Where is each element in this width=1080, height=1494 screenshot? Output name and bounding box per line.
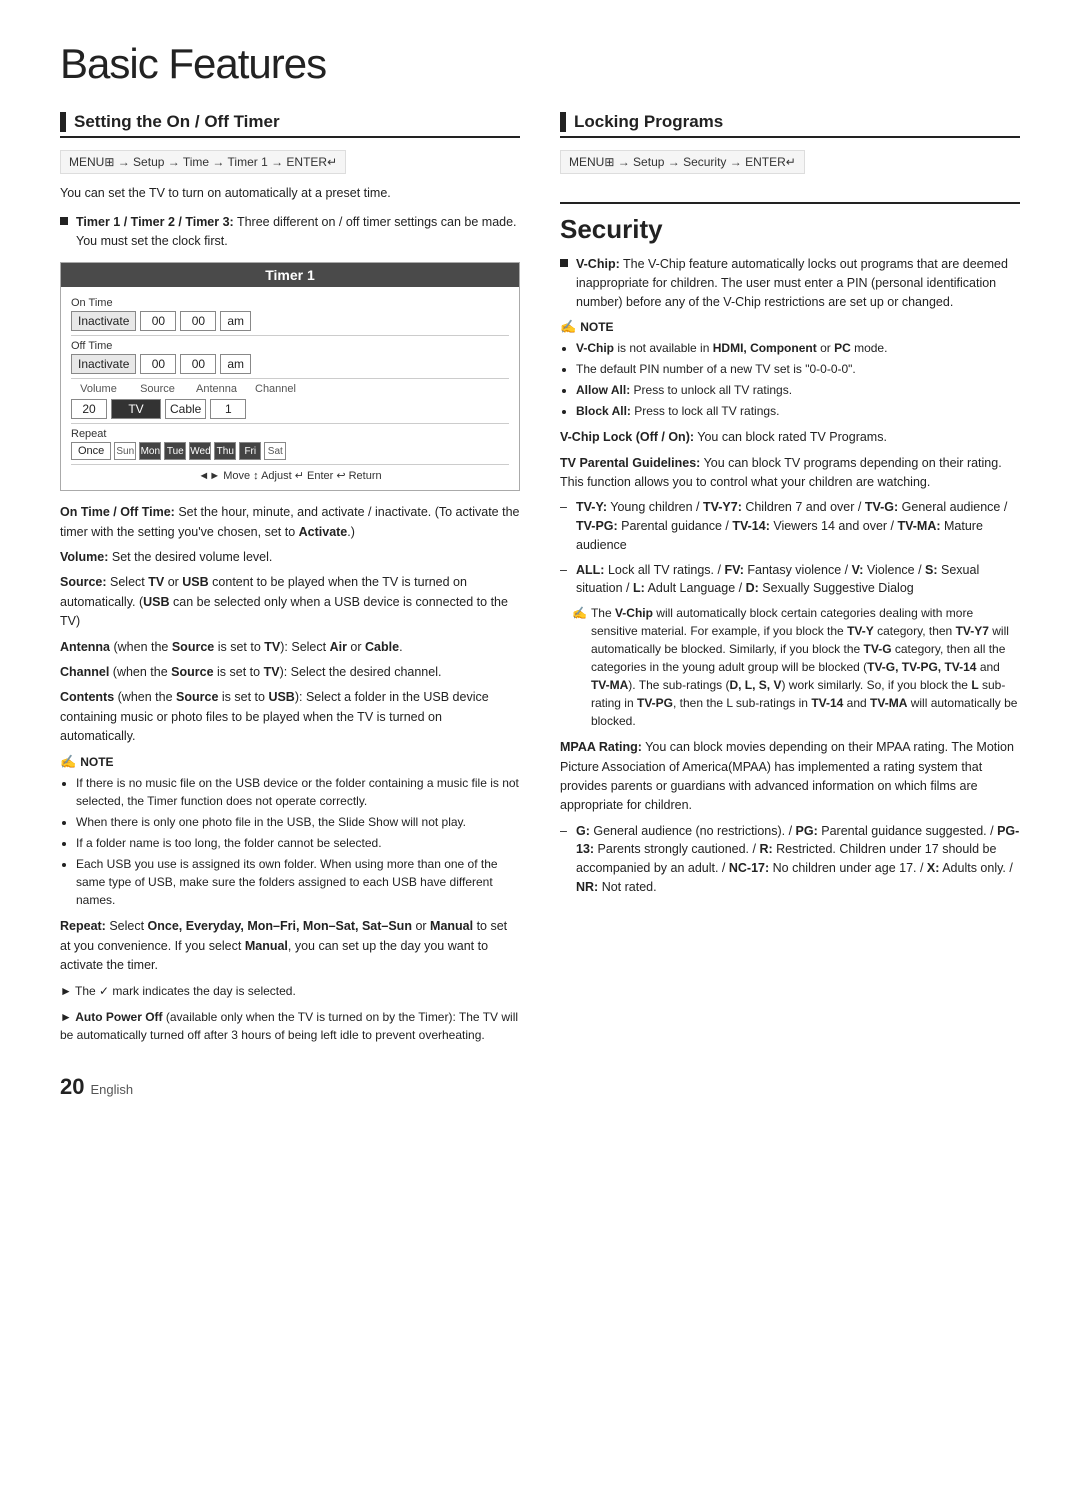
tv-ratings-1: – TV-Y: Young children / TV-Y7: Children…	[560, 498, 1020, 554]
volume-label: Volume	[71, 383, 126, 395]
off-time-min[interactable]: 00	[180, 354, 216, 374]
section-title-locking: Locking Programs	[574, 112, 723, 132]
section-header-locking: Locking Programs	[560, 112, 1020, 138]
day-tue[interactable]: Tue	[164, 442, 186, 460]
tv-parental-text: TV Parental Guidelines: You can block TV…	[560, 454, 1020, 493]
section-bar	[60, 112, 66, 132]
note-label-right: NOTE	[580, 320, 613, 334]
note-item-2: When there is only one photo file in the…	[76, 813, 520, 831]
on-time-hour[interactable]: 00	[140, 311, 176, 331]
day-thu[interactable]: Thu	[214, 442, 236, 460]
mpaa-ratings: – G: General audience (no restrictions).…	[560, 822, 1020, 897]
bullet-icon	[60, 217, 68, 225]
vol-label-row: Volume Source Antenna Channel	[71, 383, 509, 395]
note-block-timer: ✍ NOTE If there is no music file on the …	[60, 754, 520, 909]
page-number-row: 20 English	[60, 1074, 520, 1100]
note-item-r3: Allow All: Press to unlock all TV rating…	[576, 381, 1020, 399]
bullet-icon-right	[560, 259, 568, 267]
timer-bullet: Timer 1 / Timer 2 / Timer 3: Three diffe…	[60, 213, 520, 251]
off-time-cells: Inactivate 00 00 am	[71, 354, 509, 374]
repeat-label: Repeat	[71, 428, 509, 440]
note-header: ✍ NOTE	[60, 754, 520, 770]
repeat-body-text: Repeat: Select Once, Everyday, Mon–Fri, …	[60, 917, 520, 975]
source-val[interactable]: TV	[111, 399, 161, 419]
page-lang: English	[90, 1082, 133, 1097]
section-header-timer: Setting the On / Off Timer	[60, 112, 520, 138]
note-list-right: V-Chip is not available in HDMI, Compone…	[560, 339, 1020, 420]
antenna-body-text: Antenna (when the Source is set to TV): …	[60, 638, 520, 657]
vol-val-row: 20 TV Cable 1	[71, 399, 509, 419]
source-body-text: Source: Select TV or USB content to be p…	[60, 573, 520, 631]
note-icon-right: ✍	[560, 319, 576, 335]
vchip-lock-text: V-Chip Lock (Off / On): You can block ra…	[560, 428, 1020, 447]
auto-power-text: ► Auto Power Off (available only when th…	[60, 1008, 520, 1044]
timer-days: Once Sun Mon Tue Wed Thu Fri Sat	[71, 442, 509, 460]
menu-path-timer: MENU⊞ → Setup → Time → Timer 1 → ENTER↵	[60, 150, 346, 174]
on-time-label: On Time	[71, 297, 509, 309]
off-time-label: Off Time	[71, 340, 509, 352]
on-time-min[interactable]: 00	[180, 311, 216, 331]
note-item-r1: V-Chip is not available in HDMI, Compone…	[576, 339, 1020, 357]
timer-inner: On Time Inactivate 00 00 am Off Time Ina…	[61, 287, 519, 490]
note-item-1: If there is no music file on the USB dev…	[76, 774, 520, 810]
off-time-ampm[interactable]: am	[220, 354, 251, 374]
right-column: Locking Programs MENU⊞ → Setup → Securit…	[560, 112, 1020, 1100]
menu-path-security: MENU⊞ → Setup → Security → ENTER↵	[560, 150, 805, 174]
vchip-auto-block: ✍ The V-Chip will automatically block ce…	[560, 604, 1020, 730]
timer-title: Timer 1	[61, 263, 519, 287]
section-title-timer: Setting the On / Off Timer	[74, 112, 280, 132]
repeat-row: Repeat Once Sun Mon Tue Wed Thu Fri Sat	[71, 428, 509, 460]
on-time-cells: Inactivate 00 00 am	[71, 311, 509, 331]
repeat-val[interactable]: Once	[71, 442, 111, 460]
left-column: Setting the On / Off Timer MENU⊞ → Setup…	[60, 112, 520, 1100]
volume-body-text: Volume: Set the desired volume level.	[60, 548, 520, 567]
on-time-ampm[interactable]: am	[220, 311, 251, 331]
day-sat[interactable]: Sat	[264, 442, 286, 460]
source-label: Source	[130, 383, 185, 395]
note-item-r4: Block All: Press to lock all TV ratings.	[576, 402, 1020, 420]
channel-body-text: Channel (when the Source is set to TV): …	[60, 663, 520, 682]
page-title: Basic Features	[60, 40, 1020, 88]
day-fri[interactable]: Fri	[239, 442, 261, 460]
note-list: If there is no music file on the USB dev…	[60, 774, 520, 909]
contents-body-text: Contents (when the Source is set to USB)…	[60, 688, 520, 746]
on-off-time-text: On Time / Off Time: Set the hour, minute…	[60, 503, 520, 542]
antenna-val[interactable]: Cable	[165, 399, 206, 419]
note-icon: ✍	[60, 754, 76, 770]
section-bar-right	[560, 112, 566, 132]
day-wed[interactable]: Wed	[189, 442, 211, 460]
intro-text: You can set the TV to turn on automatica…	[60, 184, 520, 203]
on-time-state[interactable]: Inactivate	[71, 311, 136, 331]
note-item-4: Each USB you use is assigned its own fol…	[76, 855, 520, 909]
checkmark-text: ► The ✓ mark indicates the day is select…	[60, 982, 520, 1000]
note-item-3: If a folder name is too long, the folder…	[76, 834, 520, 852]
tv-ratings-2: – ALL: Lock all TV ratings. / FV: Fantas…	[560, 561, 1020, 599]
note-item-r2: The default PIN number of a new TV set i…	[576, 360, 1020, 378]
antenna-label: Antenna	[189, 383, 244, 395]
vchip-text: V-Chip: The V-Chip feature automatically…	[576, 255, 1020, 311]
day-mon[interactable]: Mon	[139, 442, 161, 460]
channel-label: Channel	[248, 383, 303, 395]
timer-bullet-text: Timer 1 / Timer 2 / Timer 3: Three diffe…	[76, 213, 520, 251]
timer-box: Timer 1 On Time Inactivate 00 00 am Off …	[60, 262, 520, 491]
vchip-bullet: V-Chip: The V-Chip feature automatically…	[560, 255, 1020, 311]
volume-val[interactable]: 20	[71, 399, 107, 419]
security-title: Security	[560, 202, 1020, 245]
note-label: NOTE	[80, 755, 113, 769]
page-number: 20	[60, 1074, 84, 1100]
off-time-hour[interactable]: 00	[140, 354, 176, 374]
note-header-right: ✍ NOTE	[560, 319, 1020, 335]
timer-nav: ◄► Move ↕ Adjust ↵ Enter ↩ Return	[71, 464, 509, 482]
off-time-state[interactable]: Inactivate	[71, 354, 136, 374]
mpaa-text: MPAA Rating: You can block movies depend…	[560, 738, 1020, 816]
channel-val[interactable]: 1	[210, 399, 246, 419]
day-sun[interactable]: Sun	[114, 442, 136, 460]
note-block-security: ✍ NOTE V-Chip is not available in HDMI, …	[560, 319, 1020, 420]
